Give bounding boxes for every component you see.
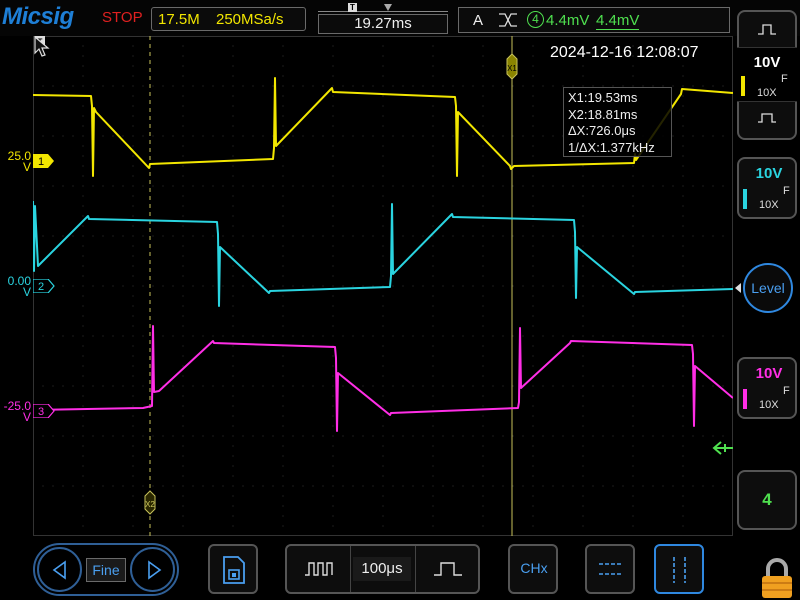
horizontal-position[interactable]: T 19.27ms [318, 2, 448, 34]
run-stop-status[interactable]: STOP [102, 9, 143, 26]
ch3-probe-ratio: 10X [759, 399, 779, 411]
timebase-slower-button[interactable] [415, 546, 478, 592]
chevron-left-icon [52, 560, 66, 580]
sample-rate: 250MSa/s [216, 11, 284, 28]
nav-right-button[interactable] [130, 547, 175, 592]
ch1-ground-marker[interactable]: 1 [33, 154, 55, 168]
cursor-x1-label: X1 [507, 64, 517, 73]
trigger-level-button[interactable]: Level [743, 263, 793, 313]
vertical-cursor-icon [673, 557, 686, 583]
horizontal-cursor-button[interactable] [585, 544, 635, 594]
ch2-probe-ratio: 10X [759, 199, 779, 211]
cursor-delta-value: ΔX:726.0μs [568, 123, 636, 138]
acquisition-info[interactable]: 17.5M 250MSa/s [151, 7, 306, 31]
ch2-ground-marker[interactable]: 2 [33, 279, 55, 293]
ch3-volts-div: 10V [755, 365, 783, 382]
ch2-volts-div: 10V [755, 165, 783, 182]
trigger-position-icon: T [348, 3, 357, 12]
cursor-x2-value: X2:18.81ms [568, 106, 638, 122]
fine-mode-label[interactable]: Fine [86, 558, 126, 582]
memory-depth: 17.5M [158, 11, 200, 28]
channel-4-button[interactable]: 4 [737, 470, 797, 530]
save-button[interactable] [208, 544, 258, 594]
ch3-settings-panel[interactable]: 10V F 10X [737, 357, 797, 419]
ch2-coupling-icon: F [783, 185, 790, 197]
waveform-display[interactable]: X1 X2 T 2024-12-16 12:08:07 X1:19.53ms X… [33, 36, 733, 536]
ch3-color-tag [743, 389, 747, 409]
fine-adjust-control: Fine [33, 543, 179, 596]
lock-icon[interactable] [758, 556, 796, 600]
cursor-x2-label: X2 [145, 500, 155, 509]
ch1-color-tag [741, 76, 745, 96]
trigger-edge-icon [499, 13, 517, 27]
channel-select-button[interactable]: CHx [508, 544, 558, 594]
ch3-coupling-icon: F [783, 385, 790, 397]
cursor-x1-value: X1:19.53ms [568, 90, 638, 105]
ch1-scale-box: 10V F 10X [737, 47, 797, 102]
ch2-settings-panel[interactable]: 10V F 10X [737, 157, 797, 219]
ch1-probe-ratio: 10X [757, 87, 777, 99]
wide-pulse-icon [434, 562, 462, 576]
top-status-bar: Micsig STOP 17.5M 250MSa/s T 19.27ms A 4… [0, 0, 800, 36]
ch2-color-tag [743, 189, 747, 209]
ch3-trace [33, 325, 733, 432]
cursor-lines[interactable] [149, 36, 513, 536]
trigger-level-secondary: 4.4mV [596, 12, 640, 30]
vertical-cursor-button[interactable] [654, 544, 704, 594]
ch1-volts-div: 10V [753, 54, 781, 71]
trigger-level-pointer-icon [712, 441, 733, 455]
cursor-frequency-value: 1/ΔX:1.377kHz [568, 139, 655, 155]
timebase-faster-button[interactable] [287, 546, 351, 592]
chx-label: CHx [520, 560, 548, 576]
ch2-trace [33, 200, 733, 307]
ch1-offset-label: 25.0 V [7, 149, 31, 174]
date-time: 2024-12-16 12:08:07 [550, 44, 699, 61]
svg-text:1: 1 [38, 156, 44, 168]
ch1-scale-down-icon[interactable] [756, 110, 778, 124]
mouse-pointer-icon [34, 36, 50, 57]
horizontal-cursor-icon [599, 563, 623, 575]
svg-text:3: 3 [38, 406, 44, 418]
level-arrow-icon [735, 283, 741, 293]
cursor-x2-tag[interactable]: X2 [144, 490, 156, 515]
timebase-value[interactable]: 100μs [353, 557, 411, 581]
nav-left-button[interactable] [37, 547, 82, 592]
memory-bar [318, 11, 448, 12]
view-position-marker-icon [384, 4, 392, 11]
ch1-settings-panel[interactable]: 10V F 10X [737, 10, 797, 140]
ch1-coupling-icon: F [781, 73, 788, 85]
brand-logo: Micsig [2, 3, 74, 30]
save-file-icon [223, 556, 245, 584]
trigger-level: 4.4mV [546, 12, 590, 29]
trigger-source: 4 [527, 11, 544, 28]
horizontal-position-value: 19.27ms [318, 14, 448, 34]
ch3-ground-marker[interactable]: 3 [33, 404, 55, 418]
ch2-offset-label: 0.00 V [7, 274, 31, 299]
cursor-x1-tag[interactable]: X1 [506, 53, 518, 80]
narrow-pulse-icon [305, 562, 333, 576]
svg-text:2: 2 [38, 281, 44, 293]
trigger-settings[interactable]: A 4 4.4mV 4.4mV [458, 7, 730, 33]
ch3-offset-label: -25.0 V [3, 399, 31, 424]
cursor-measurement-panel[interactable]: X1:19.53ms X2:18.81ms ΔX:726.0μs 1/ΔX:1.… [563, 87, 672, 157]
trigger-mode: A [473, 12, 484, 29]
chevron-right-icon [148, 560, 162, 580]
ch1-scale-up-icon[interactable] [756, 22, 778, 36]
